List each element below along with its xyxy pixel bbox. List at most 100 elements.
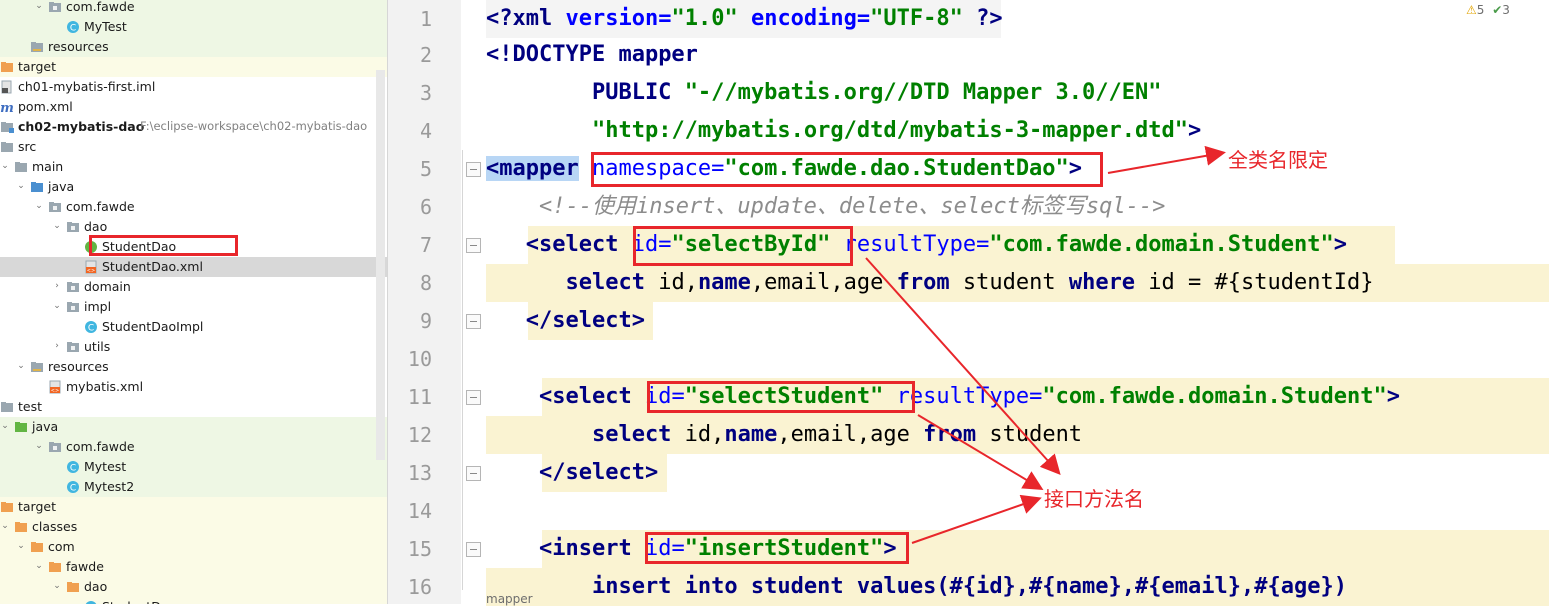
chevron-down-icon[interactable]: ⌄	[16, 181, 26, 191]
code-line-3[interactable]: PUBLIC "-//mybatis.org//DTD Mapper 3.0//…	[486, 74, 1162, 112]
module-file-icon	[1, 80, 12, 94]
code-line-16[interactable]: insert into student values(#{id},#{name}…	[486, 568, 1347, 606]
token: version=	[552, 6, 672, 31]
code-line-8[interactable]: select id,name,email,age from student wh…	[486, 264, 1373, 302]
tree-item[interactable]: m pom.xml	[0, 97, 387, 117]
tree-item[interactable]: C StudentDaoImpl	[0, 317, 387, 337]
tree-item[interactable]: ⌄ java	[0, 177, 387, 197]
tree-item[interactable]: ⌄ com.fawde	[0, 437, 387, 457]
tree-item-label: main	[32, 159, 64, 174]
tree-item[interactable]: ⌄ classes	[0, 517, 387, 537]
folder-icon	[1, 402, 13, 412]
fold-toggle-icon[interactable]	[466, 390, 481, 405]
tree-item[interactable]: C MyTest	[0, 17, 387, 37]
source-folder-icon	[31, 182, 43, 192]
token: <?	[486, 6, 513, 31]
chevron-down-icon[interactable]: ⌄	[52, 221, 62, 231]
line-number: 13	[407, 461, 432, 485]
tree-item-label: MyTest	[84, 19, 127, 34]
tree-item[interactable]: ⌄test	[0, 397, 387, 417]
svg-text:C: C	[70, 484, 76, 494]
token: name	[697, 270, 751, 295]
tree-item[interactable]: C Mytest	[0, 457, 387, 477]
tree-item-label: classes	[32, 519, 78, 534]
excluded-folder-icon	[49, 562, 61, 572]
code-line-4[interactable]: "http://mybatis.org/dtd/mybatis-3-mapper…	[486, 112, 1201, 150]
chevron-right-icon[interactable]: ›	[52, 341, 62, 351]
tree-item-label: impl	[84, 299, 112, 314]
tree-item[interactable]: C StudentD...	[0, 597, 387, 604]
package-icon	[49, 2, 61, 12]
fold-end-icon[interactable]	[466, 466, 481, 481]
tree-item[interactable]: ⌄ dao	[0, 217, 387, 237]
tree-item[interactable]: ⌄target	[0, 497, 387, 517]
tree-item[interactable]: ⌄ com.fawde	[0, 0, 387, 17]
tree-item-label: StudentDaoImpl	[102, 319, 204, 334]
fold-end-icon[interactable]	[466, 314, 481, 329]
tree-item[interactable]: ⌄ main	[0, 157, 387, 177]
tree-item-label: java	[32, 419, 59, 434]
token: >	[1188, 118, 1202, 143]
chevron-down-icon[interactable]: ⌄	[16, 541, 26, 551]
tree-item[interactable]: ⌄ com.fawde	[0, 197, 387, 217]
code-line-9[interactable]: </select>	[486, 302, 645, 340]
tree-item[interactable]: <> mybatis.xml	[0, 377, 387, 397]
tree-item[interactable]: C Mytest2	[0, 477, 387, 497]
token: where	[1068, 270, 1136, 295]
line-number: 10	[407, 347, 432, 371]
code-line-2[interactable]: <!DOCTYPE mapper	[486, 36, 698, 74]
token: "com.fawde.domain.Student"	[1042, 384, 1387, 409]
chevron-down-icon[interactable]: ⌄	[34, 201, 44, 211]
token: id = #{studentId}	[1135, 270, 1374, 295]
tree-item[interactable]: ⌄ com	[0, 537, 387, 557]
fold-toggle-icon[interactable]	[466, 162, 481, 177]
chevron-down-icon[interactable]: ⌄	[0, 161, 10, 171]
code-line-11[interactable]: <select id="selectStudent" resultType="c…	[486, 378, 1400, 416]
tree-item[interactable]: ⌄src	[0, 137, 387, 157]
module-icon	[1, 122, 14, 133]
token: student	[976, 422, 1083, 447]
tree-item[interactable]: ⌄ impl	[0, 297, 387, 317]
tree-item[interactable]: › utils	[0, 337, 387, 357]
code-line-13[interactable]: </select>	[486, 454, 658, 492]
comment: <!--使用insert、update、delete、select标签写sql-…	[486, 194, 1166, 219]
tree-item[interactable]: <> StudentDao.xml	[0, 257, 387, 277]
chevron-down-icon[interactable]: ⌄	[0, 521, 10, 531]
tree-item[interactable]: target	[0, 57, 387, 77]
token: from	[923, 422, 977, 447]
token: insert into student values(#{id},#{name}…	[486, 574, 1347, 599]
tree-item-label: resources	[48, 39, 109, 54]
chevron-down-icon[interactable]: ⌄	[52, 301, 62, 311]
line-number: 9	[419, 309, 432, 333]
code-line-6[interactable]: <!--使用insert、update、delete、select标签写sql-…	[486, 188, 1165, 226]
token: <mapper	[486, 156, 579, 181]
code-line-1[interactable]: <?xml version="1.0" encoding="UTF-8" ?>	[486, 0, 1003, 38]
fold-toggle-icon[interactable]	[466, 238, 481, 253]
chevron-down-icon[interactable]: ⌄	[16, 361, 26, 371]
chevron-down-icon[interactable]: ⌄	[34, 1, 44, 11]
code-line-12[interactable]: select id,name,email,age from student	[486, 416, 1082, 454]
tree-item[interactable]: resources	[0, 37, 387, 57]
tree-item[interactable]: ⌄ fawde	[0, 557, 387, 577]
tree-scrollbar[interactable]	[376, 70, 385, 460]
tree-item-label: src	[18, 139, 37, 154]
tree-item[interactable]: ⌄ dao	[0, 577, 387, 597]
chevron-down-icon[interactable]: ⌄	[34, 441, 44, 451]
tree-item[interactable]: ⌄ resources	[0, 357, 387, 377]
tree-item[interactable]: ch01-mybatis-first.iml	[0, 77, 387, 97]
inspection-widget[interactable]: ⚠5 ✔3	[1466, 3, 1510, 17]
code-line-7[interactable]: <select id="selectById" resultType="com.…	[486, 226, 1347, 264]
line-number: 11	[407, 385, 432, 409]
chevron-right-icon[interactable]: ›	[52, 281, 62, 291]
class-icon: C	[85, 321, 97, 334]
chevron-down-icon[interactable]: ⌄	[52, 581, 62, 591]
package-icon	[67, 302, 79, 312]
chevron-down-icon[interactable]: ⌄	[0, 421, 10, 431]
chevron-down-icon[interactable]: ⌄	[34, 561, 44, 571]
tree-item[interactable]: ch02-mybatis-dao F:\eclipse-workspace\ch0…	[0, 117, 387, 137]
fold-toggle-icon[interactable]	[466, 542, 481, 557]
package-icon	[67, 222, 79, 232]
tree-item[interactable]: › domain	[0, 277, 387, 297]
tree-item[interactable]: ⌄ java	[0, 417, 387, 437]
